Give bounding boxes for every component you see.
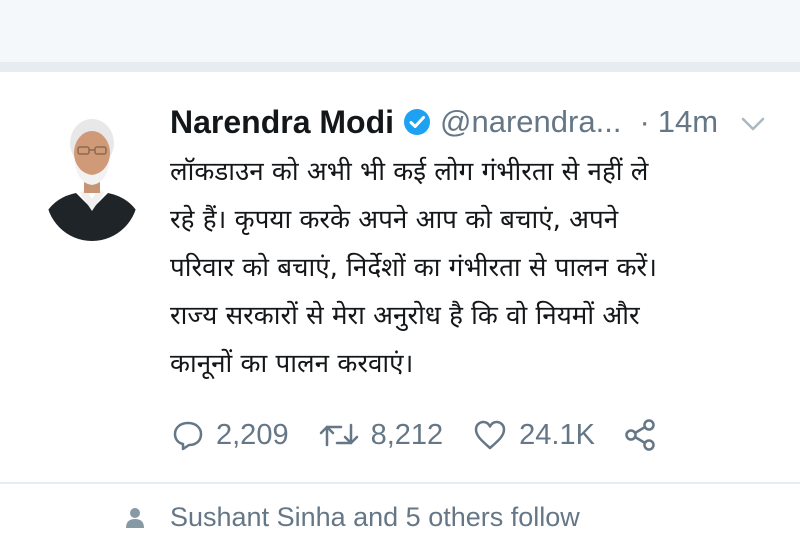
chevron-down-icon[interactable]: [740, 115, 766, 133]
reply-count: 2,209: [216, 418, 289, 451]
follow-suggestion-text[interactable]: Sushant Sinha and 5 others follow: [170, 502, 580, 533]
top-divider: [0, 62, 800, 72]
retweet-count: 8,212: [370, 418, 444, 451]
reply-icon: [173, 421, 203, 451]
tweet-text-line: रहे हैं। कृपया करके अपने आप को बचाएं, अप…: [170, 205, 619, 235]
share-icon: [625, 419, 655, 451]
tweet-header: Narendra Modi @narendra... · 14m: [170, 100, 780, 144]
tweet-text-line: लॉकडाउन को अभी भी कई लोग गंभीरता से नहीं…: [170, 157, 649, 187]
avatar[interactable]: [46, 113, 138, 241]
author-handle[interactable]: @narendra...: [440, 104, 621, 140]
tweet-text-line: कानूनों का पालन करवाएं।: [170, 349, 414, 379]
heart-icon: [474, 420, 506, 450]
tweet-timestamp[interactable]: 14m: [658, 104, 718, 140]
separator-dot: ·: [639, 104, 650, 139]
retweet-button[interactable]: 8,212: [319, 418, 444, 452]
tweet-text-line: राज्य सरकारों से मेरा अनुरोध है कि वो नि…: [170, 301, 640, 331]
tweet-text-line: परिवार को बचाएं, निर्देशों का गंभीरता से…: [170, 253, 658, 283]
retweet-icon: [319, 423, 358, 447]
tweet-actions: 2,209 8,212 24.1K: [170, 413, 730, 457]
like-count: 24.1K: [519, 418, 595, 451]
author-name[interactable]: Narendra Modi: [170, 104, 394, 141]
reply-button[interactable]: 2,209: [172, 419, 289, 452]
like-button[interactable]: 24.1K: [473, 419, 595, 452]
verified-badge-icon: [402, 107, 432, 137]
top-strip: [0, 0, 800, 62]
tweet-text: लॉकडाउन को अभी भी कई लोग गंभीरता से नहीं…: [170, 148, 780, 388]
person-icon: [124, 506, 146, 528]
share-button[interactable]: [623, 418, 657, 452]
